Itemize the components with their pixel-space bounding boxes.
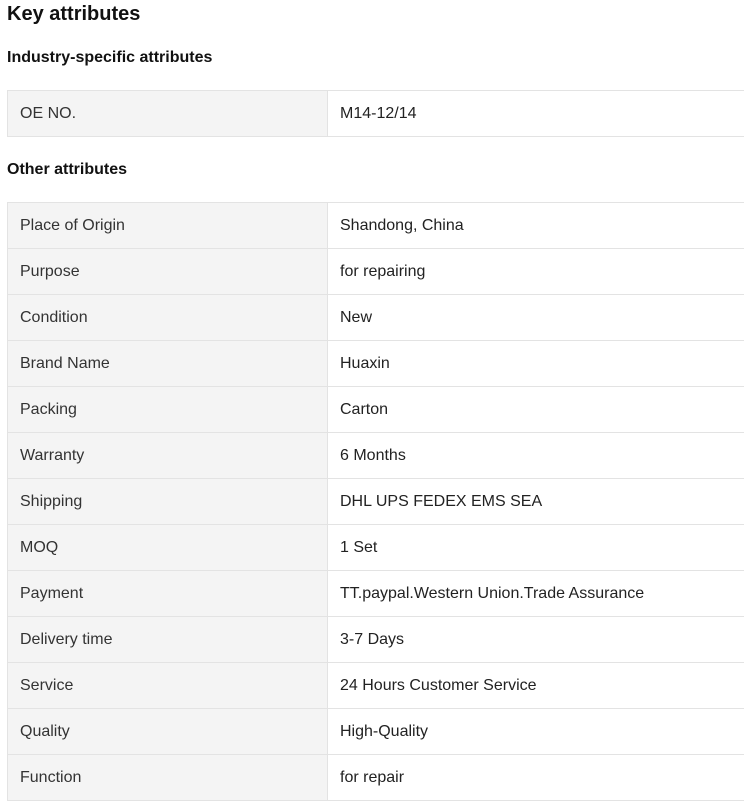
attribute-value: DHL UPS FEDEX EMS SEA (327, 478, 744, 525)
attribute-name: Purpose (7, 248, 328, 295)
attribute-value: for repair (327, 754, 744, 801)
attribute-name: Payment (7, 570, 328, 617)
attribute-value: M14-12/14 (327, 90, 744, 137)
attribute-value: 3-7 Days (327, 616, 744, 663)
table-row: Service 24 Hours Customer Service (7, 662, 744, 709)
table-row: Condition New (7, 294, 744, 341)
table-row: Quality High-Quality (7, 708, 744, 755)
table-row: Shipping DHL UPS FEDEX EMS SEA (7, 478, 744, 525)
attribute-name: Quality (7, 708, 328, 755)
attribute-name: OE NO. (7, 90, 328, 137)
attribute-name: Delivery time (7, 616, 328, 663)
industry-attributes-table: OE NO. M14-12/14 (7, 90, 744, 137)
page-title: Key attributes (7, 3, 141, 25)
other-attributes-table: Place of Origin Shandong, China Purpose … (7, 202, 744, 801)
other-attributes-heading: Other attributes (7, 161, 128, 178)
attribute-value: TT.paypal.Western Union.Trade Assurance (327, 570, 744, 617)
table-row: Purpose for repairing (7, 248, 744, 295)
table-row: Brand Name Huaxin (7, 340, 744, 387)
table-row: Function for repair (7, 754, 744, 801)
attribute-name: Place of Origin (7, 202, 328, 249)
attribute-value: Huaxin (327, 340, 744, 387)
attribute-name: MOQ (7, 524, 328, 571)
attribute-value: High-Quality (327, 708, 744, 755)
attribute-name: Function (7, 754, 328, 801)
attribute-name: Condition (7, 294, 328, 341)
table-row: MOQ 1 Set (7, 524, 744, 571)
table-row: Payment TT.paypal.Western Union.Trade As… (7, 570, 744, 617)
attribute-name: Service (7, 662, 328, 709)
table-row: Packing Carton (7, 386, 744, 433)
attribute-value: for repairing (327, 248, 744, 295)
attribute-name: Shipping (7, 478, 328, 525)
attribute-value: New (327, 294, 744, 341)
attribute-name: Brand Name (7, 340, 328, 387)
attribute-value: Carton (327, 386, 744, 433)
attribute-value: 6 Months (327, 432, 744, 479)
attribute-value: Shandong, China (327, 202, 744, 249)
attribute-name: Warranty (7, 432, 328, 479)
attribute-value: 1 Set (327, 524, 744, 571)
table-row: OE NO. M14-12/14 (7, 90, 744, 137)
attribute-name: Packing (7, 386, 328, 433)
table-row: Place of Origin Shandong, China (7, 202, 744, 249)
table-row: Delivery time 3-7 Days (7, 616, 744, 663)
table-row: Warranty 6 Months (7, 432, 744, 479)
attribute-value: 24 Hours Customer Service (327, 662, 744, 709)
industry-attributes-heading: Industry-specific attributes (7, 49, 213, 66)
